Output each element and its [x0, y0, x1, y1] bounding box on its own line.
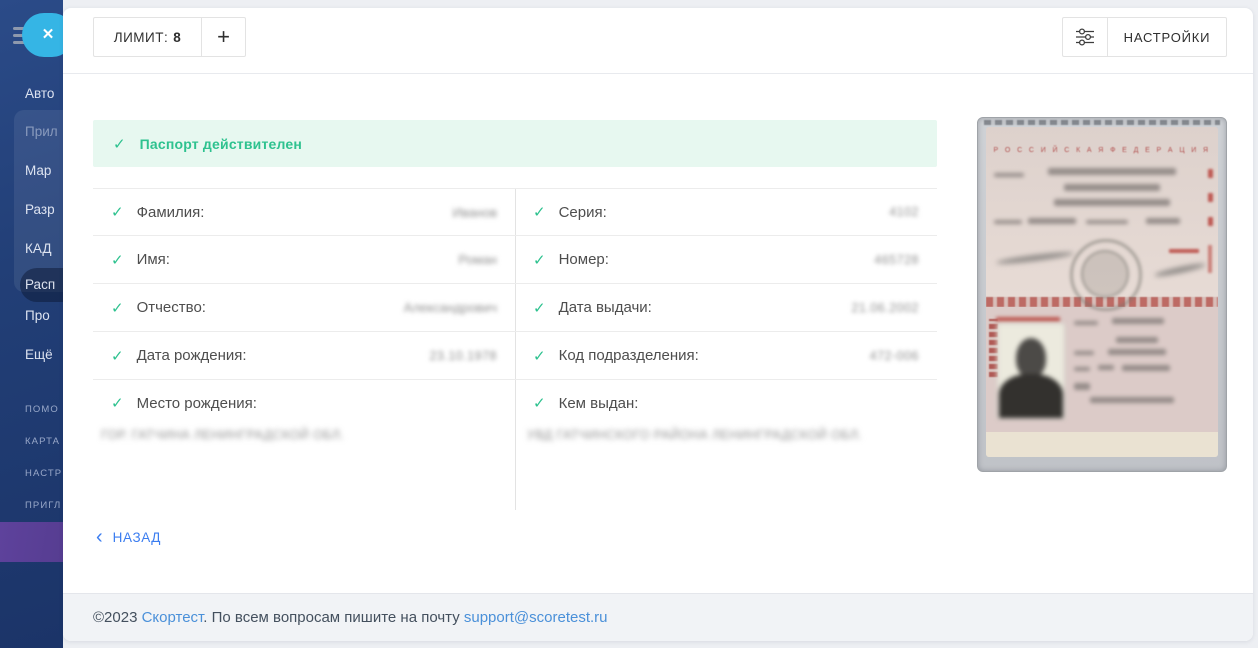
- chevron-left-icon: ‹: [96, 528, 103, 546]
- footer: ©2023 Скортест. По всем вопросам пишите …: [63, 593, 1253, 641]
- footer-middle-text: . По всем вопросам пишите на почту: [203, 609, 464, 626]
- sidebar-item-help[interactable]: ПОМО: [25, 404, 59, 415]
- field-row-issued-by: ✓ Кем выдан: УВД ГАТЧИНСКОГО РАЙОНА ЛЕНИ…: [515, 380, 937, 502]
- field-value-blurred: 21.06.2002: [851, 301, 919, 315]
- close-icon: ✕: [42, 26, 55, 43]
- field-row-firstname: ✓ Имя: Роман: [93, 236, 515, 284]
- passport-photo: [997, 323, 1065, 419]
- sidebar-item-3[interactable]: Разр: [25, 202, 55, 217]
- check-icon: ✓: [111, 394, 124, 412]
- sidebar-item-card[interactable]: КАРТА: [25, 436, 60, 447]
- field-row-surname: ✓ Фамилия: Иванов: [93, 188, 515, 236]
- check-icon: ✓: [533, 251, 546, 269]
- status-banner: ✓ Паспорт действителен: [93, 120, 937, 167]
- sidebar-item-invite[interactable]: ПРИГЛ: [25, 500, 61, 511]
- field-value-blurred: УВД ГАТЧИНСКОГО РАЙОНА ЛЕНИНГРАДСКОЙ ОБЛ…: [527, 428, 937, 442]
- field-label: Дата выдачи:: [559, 299, 652, 316]
- field-label: Место рождения:: [137, 395, 257, 412]
- passport-pages: Р О С С И Й С К А Я Ф Е Д Е Р А Ц И Я: [986, 127, 1218, 457]
- field-label: Имя:: [137, 251, 170, 268]
- sidebar-item-1[interactable]: Прил: [25, 124, 58, 139]
- field-row-issue-date: ✓ Дата выдачи: 21.06.2002: [515, 284, 937, 332]
- sidebar-item-6[interactable]: Про: [25, 308, 50, 323]
- sidebar-item-4[interactable]: КАД: [25, 241, 51, 256]
- brand-link[interactable]: Скортест: [142, 609, 204, 626]
- passport-page-edge: [986, 432, 1218, 457]
- field-label: Код подразделения:: [559, 347, 699, 364]
- sidebar-item-5-selected[interactable]: Расп: [25, 277, 55, 292]
- field-label: Серия:: [559, 204, 607, 221]
- field-row-birthplace: ✓ Место рождения: ГОР. ГАТЧИНА ЛЕНИНГРАД…: [93, 380, 515, 502]
- field-value-blurred: Роман: [458, 252, 497, 267]
- close-button[interactable]: ✕: [22, 13, 63, 57]
- sidebar-item-7[interactable]: Ещё: [25, 347, 53, 362]
- sliders-icon: [1075, 28, 1095, 46]
- limit-label: ЛИМИТ:: [114, 30, 169, 45]
- sidebar-item-settings[interactable]: НАСТР: [25, 468, 62, 479]
- settings-label: НАСТРОЙКИ: [1124, 30, 1211, 45]
- main-panel: ЛИМИТ: 8 + НАСТРОЙКИ ✓ Па: [63, 8, 1253, 641]
- field-value-blurred: 472-006: [870, 349, 919, 363]
- passport-bottom-page: [986, 307, 1218, 432]
- status-text: Паспорт действителен: [140, 136, 302, 152]
- passport-title: Р О С С И Й С К А Я Ф Е Д Е Р А Ц И Я: [986, 147, 1218, 154]
- add-limit-button[interactable]: +: [201, 17, 246, 57]
- limit-value: 8: [173, 30, 181, 45]
- passport-seal: [1070, 239, 1142, 311]
- check-icon: ✓: [111, 203, 124, 221]
- field-value-blurred: 465728: [874, 253, 919, 267]
- field-value-blurred: 23.10.1978: [429, 349, 497, 363]
- field-label: Номер:: [559, 251, 609, 268]
- app-root: ✕ Авто Прил Мар Разр КАД Расп Про Ещё ПО…: [0, 0, 1258, 648]
- field-label: Кем выдан:: [559, 395, 639, 412]
- settings-button[interactable]: НАСТРОЙКИ: [1107, 17, 1227, 57]
- field-value-blurred: Александрович: [404, 300, 497, 315]
- passport-sleeve-edge: [984, 120, 1220, 125]
- field-row-number: ✓ Номер: 465728: [515, 236, 937, 284]
- field-row-division-code: ✓ Код подразделения: 472-006: [515, 332, 937, 380]
- limit-display: ЛИМИТ: 8: [93, 17, 201, 57]
- field-value-blurred: ГОР. ГАТЧИНА ЛЕНИНГРАДСКОЙ ОБЛ.: [101, 428, 515, 442]
- field-row-series: ✓ Серия: 4102: [515, 188, 937, 236]
- support-email-link[interactable]: support@scoretest.ru: [464, 609, 608, 626]
- check-icon: ✓: [111, 299, 124, 317]
- field-label: Отчество:: [137, 299, 206, 316]
- back-link[interactable]: ‹ НАЗАД: [96, 528, 161, 546]
- field-value-blurred: 4102: [889, 205, 919, 219]
- back-label: НАЗАД: [113, 530, 161, 545]
- check-icon: ✓: [533, 299, 546, 317]
- topbar: ЛИМИТ: 8 + НАСТРОЙКИ: [63, 8, 1253, 74]
- plus-icon: +: [217, 24, 230, 50]
- field-value-blurred: Иванов: [452, 205, 497, 220]
- check-icon: ✓: [111, 251, 124, 269]
- check-icon: ✓: [533, 394, 546, 412]
- field-row-birthdate: ✓ Дата рождения: 23.10.1978: [93, 332, 515, 380]
- sidebar-item-0[interactable]: Авто: [25, 86, 54, 101]
- plan-banner[interactable]: ♛ ОСТ 4 Д: [0, 522, 63, 562]
- check-icon: ✓: [111, 347, 124, 365]
- field-label: Фамилия:: [137, 204, 205, 221]
- field-label: Дата рождения:: [137, 347, 247, 364]
- sidebar: ✕ Авто Прил Мар Разр КАД Расп Про Ещё ПО…: [0, 0, 63, 648]
- sidebar-item-2[interactable]: Мар: [25, 163, 51, 178]
- filter-settings-button[interactable]: [1062, 17, 1107, 57]
- field-row-patronymic: ✓ Отчество: Александрович: [93, 284, 515, 332]
- passport-image-preview[interactable]: Р О С С И Й С К А Я Ф Е Д Е Р А Ц И Я: [977, 117, 1227, 472]
- check-icon: ✓: [533, 347, 546, 365]
- check-icon: ✓: [533, 203, 546, 221]
- check-icon: ✓: [113, 135, 126, 153]
- copyright-text: ©2023: [93, 609, 142, 626]
